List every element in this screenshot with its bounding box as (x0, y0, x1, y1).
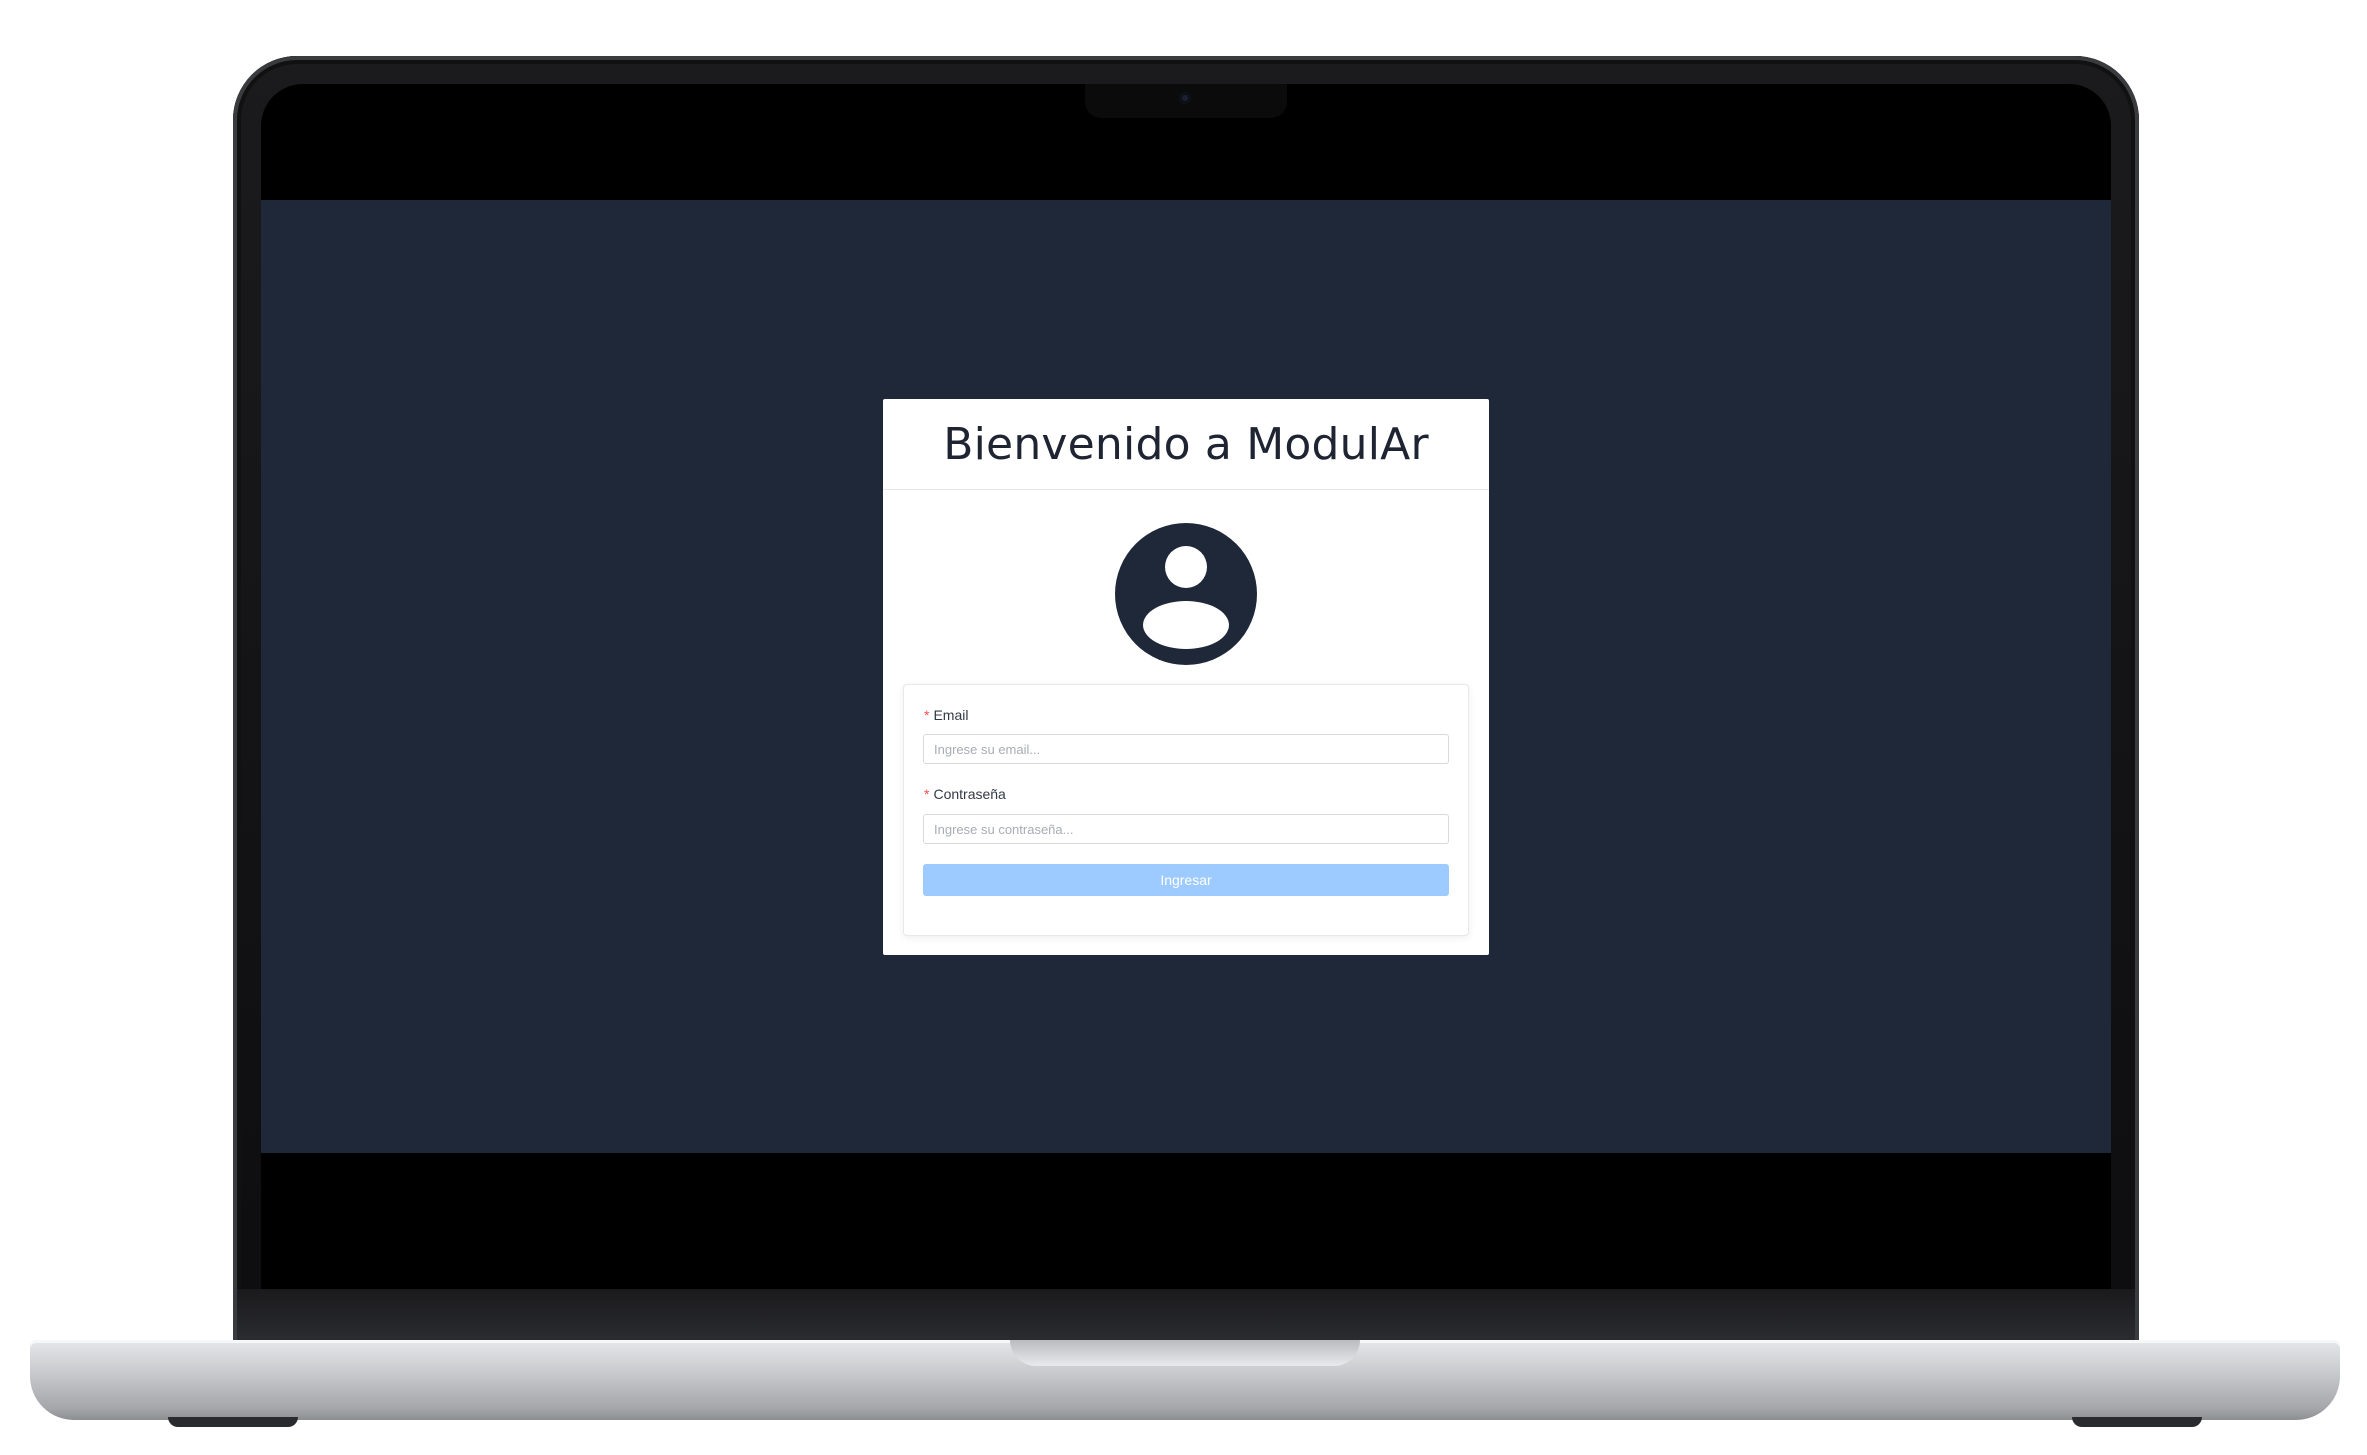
login-card-header: Bienvenido a ModulAr (883, 399, 1489, 490)
login-form: *Email *Contraseña Ingresar (903, 684, 1469, 936)
email-field[interactable] (923, 734, 1449, 764)
password-field[interactable] (923, 814, 1449, 844)
password-required-marker: * (924, 786, 930, 802)
camera-icon (1179, 92, 1191, 104)
email-label: * Email (924, 707, 968, 723)
password-label: * Contraseña (924, 786, 1006, 802)
email-required-marker: * (924, 707, 930, 723)
login-card: Bienvenido a ModulAr *Email *Contraseña … (883, 399, 1489, 955)
laptop-foot-left (168, 1417, 298, 1427)
lid-opening-notch (1010, 1340, 1360, 1366)
laptop-mockup: Bienvenido a ModulAr *Email *Contraseña … (0, 0, 2367, 1455)
laptop-foot-right (2072, 1417, 2202, 1427)
login-submit-button[interactable]: Ingresar (923, 864, 1449, 896)
page-title: Bienvenido a ModulAr (943, 418, 1429, 470)
password-label-text: Contraseña (933, 786, 1006, 802)
laptop-hinge (237, 1289, 2135, 1341)
user-avatar-icon (1115, 523, 1257, 665)
app-screen: Bienvenido a ModulAr *Email *Contraseña … (261, 200, 2111, 1153)
email-label-text: Email (933, 707, 969, 723)
